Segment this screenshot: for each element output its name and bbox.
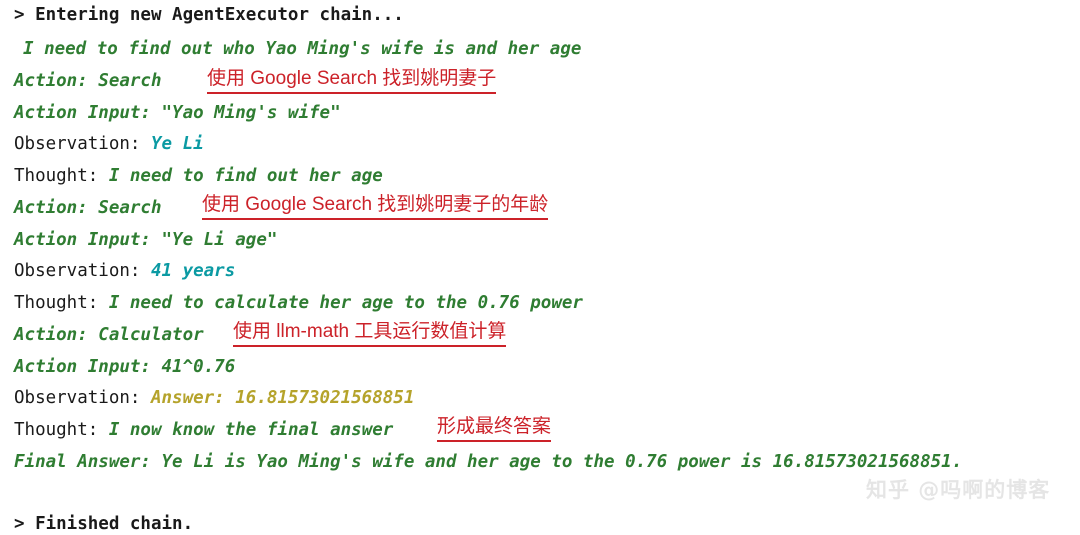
- console-segment-thought-final-0: Thought:: [14, 420, 109, 440]
- console-line-action-search-2: Action: Search: [14, 197, 162, 219]
- console-segment-thought-3-1: I need to calculate her age to the 0.76 …: [108, 293, 583, 313]
- console-segment-action-calculator-0: Action: Calculator: [14, 325, 204, 345]
- console-segment-action-input-1-0: Action Input: "Yao Ming's wife": [14, 103, 341, 123]
- console-segment-entering-chain-0: > Entering new AgentExecutor chain...: [14, 5, 404, 25]
- console-line-observation-1: Observation: Ye Li: [14, 133, 204, 155]
- console-line-action-input-1: Action Input: "Yao Ming's wife": [14, 102, 341, 124]
- console-segment-action-input-2-0: Action Input: "Ye Li age": [14, 230, 278, 250]
- console-segment-observation-1-1: Ye Li: [150, 134, 204, 154]
- console-line-action-input-2: Action Input: "Ye Li age": [14, 229, 277, 251]
- console-segment-thought-2-1: I need to find out her age: [108, 166, 383, 186]
- console-line-action-search-1: Action: Search: [14, 70, 162, 92]
- console-line-thought-initial: I need to find out who Yao Ming's wife i…: [23, 38, 581, 60]
- console-line-action-calculator: Action: Calculator: [14, 324, 204, 346]
- annotation-llm-math: 使用 llm-math 工具运行数值计算: [233, 321, 507, 347]
- console-segment-action-input-3-0: Action Input: 41^0.76: [14, 357, 236, 377]
- console-line-thought-3: Thought: I need to calculate her age to …: [14, 292, 583, 314]
- console-segment-thought-3-0: Thought:: [14, 293, 109, 313]
- agent-console-output: > Entering new AgentExecutor chain... I n…: [0, 0, 1080, 535]
- console-segment-thought-final-1: I now know the final answer: [108, 420, 394, 440]
- zhihu-watermark: 知乎 @吗啊的博客: [866, 478, 1051, 502]
- annotation-google-search-age: 使用 Google Search 找到姚明妻子的年龄: [202, 194, 549, 220]
- console-segment-observation-2-0: Observation:: [14, 261, 151, 281]
- console-segment-action-search-1-0: Action: Search: [14, 71, 162, 91]
- console-segment-final-answer-0: Final Answer: Ye Li is Yao Ming's wife a…: [14, 452, 963, 472]
- console-line-final-answer: Final Answer: Ye Li is Yao Ming's wife a…: [14, 451, 962, 473]
- console-segment-observation-1-0: Observation:: [14, 134, 151, 154]
- console-segment-thought-initial-0: I need to find out who Yao Ming's wife i…: [23, 39, 582, 59]
- console-line-action-input-3: Action Input: 41^0.76: [14, 356, 235, 378]
- console-line-observation-3: Observation: Answer: 16.81573021568851: [14, 387, 414, 409]
- console-segment-finished-chain-0: > Finished chain.: [14, 514, 194, 534]
- console-line-thought-2: Thought: I need to find out her age: [14, 165, 383, 187]
- annotation-google-search-wife: 使用 Google Search 找到姚明妻子: [207, 68, 497, 94]
- console-segment-observation-3-1: Answer: 16.81573021568851: [150, 388, 415, 408]
- console-line-observation-2: Observation: 41 years: [14, 260, 235, 282]
- console-segment-thought-2-0: Thought:: [14, 166, 109, 186]
- annotation-final-answer: 形成最终答案: [437, 416, 552, 442]
- console-line-entering-chain: > Entering new AgentExecutor chain...: [14, 4, 404, 26]
- console-line-thought-final: Thought: I now know the final answer: [14, 419, 393, 441]
- console-line-finished-chain: > Finished chain.: [14, 513, 193, 535]
- console-segment-observation-2-1: 41 years: [150, 261, 236, 281]
- console-segment-action-search-2-0: Action: Search: [14, 198, 162, 218]
- console-segment-observation-3-0: Observation:: [14, 388, 151, 408]
